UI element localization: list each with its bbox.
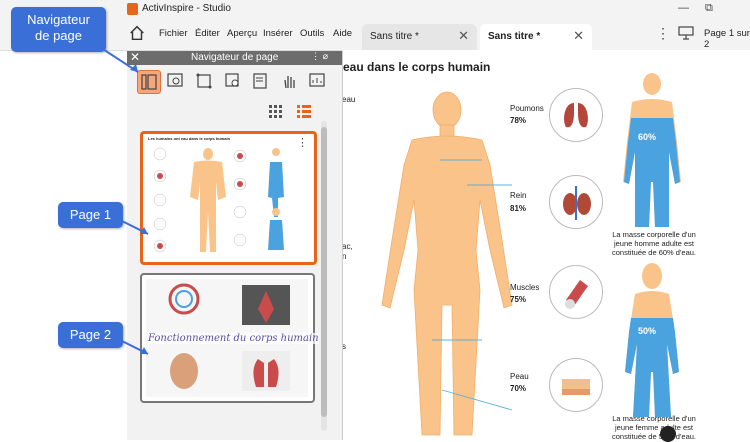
chart-icon[interactable] <box>306 70 328 92</box>
tab-label: Sans titre * <box>370 31 419 42</box>
title-bar: ActivInspire - Studio — ⧉ <box>0 0 750 18</box>
page-thumbnail-2[interactable]: Fonctionnement du corps humain <box>140 273 319 403</box>
menu-aide[interactable]: Aide <box>333 28 352 39</box>
restore-icon[interactable]: ⧉ <box>705 2 713 15</box>
navigator-header: ✕ Navigateur de page ⋮ ⌀ <box>127 50 342 65</box>
hand-icon[interactable] <box>278 70 300 92</box>
grid-view-icon[interactable] <box>269 105 283 119</box>
thumb-title: Fonctionnement du corps humain <box>148 333 319 344</box>
female-water-note: La masse corporelle d'un jeune femme adu… <box>612 414 696 441</box>
presenter-icon[interactable] <box>678 26 694 40</box>
app-logo-icon <box>127 3 138 15</box>
page-navigator-panel: ✕ Navigateur de page ⋮ ⌀ Les humains ont… <box>127 50 343 440</box>
content-fragment: eau <box>342 95 356 104</box>
crop-icon[interactable] <box>193 70 215 92</box>
organ-label: Muscles <box>510 283 540 292</box>
navigator-title: Navigateur de page <box>191 52 279 63</box>
human-body-figure <box>381 91 513 436</box>
female-water-percent: 50% <box>638 326 657 336</box>
panel-options-icon[interactable]: ⋮ ⌀ <box>311 51 328 62</box>
close-tab-icon[interactable]: ✕ <box>458 28 469 44</box>
page-thumbnail-1[interactable]: Les humains ont eau dans le corps humain… <box>140 131 317 265</box>
tab-document-2[interactable]: Sans titre * ✕ <box>480 24 592 50</box>
callout-arrow <box>91 41 139 73</box>
thumb-title: Les humains ont eau dans le corps humain <box>148 136 231 141</box>
thumb-options-icon[interactable]: ⋮ <box>297 136 308 149</box>
page-canvas[interactable]: eau dans le corps humain eau ac, n s Pou… <box>342 50 750 441</box>
window-title: ActivInspire - Studio <box>142 3 231 14</box>
callout-arrow <box>111 215 149 235</box>
tab-document-1[interactable]: Sans titre * ✕ <box>362 24 477 50</box>
skin-image <box>549 358 603 412</box>
organ-value: 70% <box>510 384 527 393</box>
organ-value: 75% <box>510 295 527 304</box>
lungs-image <box>549 88 603 142</box>
close-tab-icon[interactable]: ✕ <box>573 28 584 44</box>
tab-label: Sans titre * <box>488 31 541 42</box>
image-search-icon[interactable] <box>164 70 186 92</box>
menu-fichier[interactable]: Fichier <box>159 28 188 39</box>
zoom-icon[interactable] <box>222 70 244 92</box>
organ-label: Peau <box>510 372 529 381</box>
scrollbar-track[interactable] <box>321 121 327 431</box>
female-silhouette <box>625 263 679 417</box>
menu-editer[interactable]: Éditer <box>195 28 220 39</box>
menu-inserer[interactable]: Insérer <box>263 28 293 39</box>
content-title: eau dans le corps humain <box>343 60 491 74</box>
callout-arrow <box>111 335 149 355</box>
male-water-note: La masse corporelle d'un jeune homme adu… <box>612 230 696 257</box>
male-water-percent: 60% <box>638 132 657 142</box>
kidney-image <box>549 175 603 229</box>
muscle-image <box>549 265 603 319</box>
thumb-infographic <box>153 147 284 253</box>
organ-value: 78% <box>510 116 527 125</box>
menu-outils[interactable]: Outils <box>300 28 324 39</box>
male-silhouette <box>623 73 681 227</box>
minimize-icon[interactable]: — <box>678 2 689 14</box>
organ-value: 81% <box>510 204 527 213</box>
organ-label: Rein <box>510 191 527 200</box>
content-fragment: ac, <box>342 242 353 251</box>
more-options-icon[interactable]: ⋮ <box>656 25 670 42</box>
organ-label: Poumons <box>510 104 544 113</box>
menu-apercu[interactable]: Aperçu <box>227 28 257 39</box>
list-view-icon[interactable] <box>297 105 311 119</box>
scrollbar-thumb[interactable] <box>321 127 327 417</box>
page-indicator: Page 1 sur 2 <box>704 28 750 50</box>
page-list-icon[interactable] <box>250 70 272 92</box>
